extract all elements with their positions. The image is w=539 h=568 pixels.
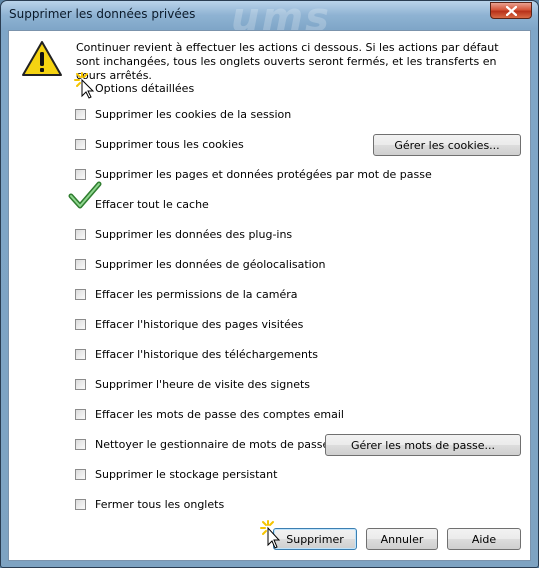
warning-icon (22, 41, 62, 76)
option-label: Supprimer les cookies de la session (95, 108, 292, 121)
option-label: Supprimer le stockage persistant (95, 468, 278, 481)
close-button[interactable] (490, 2, 532, 19)
option-checkbox[interactable] (75, 169, 86, 180)
option-checkbox[interactable] (75, 469, 86, 480)
window-title: Supprimer les données privées (9, 7, 196, 21)
detailed-options-label: Options détaillées (95, 82, 195, 95)
dialog-content: Continuer revient à effectuer les action… (8, 30, 531, 561)
option-label: Effacer les mots de passe des comptes em… (95, 408, 344, 421)
option-checkbox[interactable] (75, 319, 86, 330)
manage-passwords-button[interactable]: Gérer les mots de passe... (325, 434, 521, 456)
close-icon (506, 6, 517, 16)
option-label: Supprimer l'heure de visite des signets (95, 378, 311, 391)
option-label: Effacer les permissions de la caméra (95, 288, 298, 301)
option-label: Effacer tout le cache (95, 198, 209, 211)
option-checkbox[interactable] (75, 409, 86, 420)
option-checkbox[interactable] (75, 439, 86, 450)
title-bar[interactable]: ums Supprimer les données privées (1, 1, 538, 41)
option-checkbox[interactable] (75, 139, 86, 150)
delete-button[interactable]: Supprimer (273, 528, 357, 550)
option-label: Supprimer les données de géolocalisation (95, 258, 326, 271)
option-checkbox[interactable] (75, 109, 86, 120)
option-label: Nettoyer le gestionnaire de mots de pass… (95, 438, 330, 451)
option-checkbox[interactable] (75, 499, 86, 510)
option-checkbox[interactable] (75, 349, 86, 360)
help-button[interactable]: Aide (447, 528, 521, 550)
option-checkbox[interactable] (75, 289, 86, 300)
option-label: Supprimer tous les cookies (95, 138, 244, 151)
option-label: Effacer l'historique des téléchargements (95, 348, 319, 361)
option-label: Fermer tous les onglets (95, 498, 225, 511)
option-checkbox[interactable] (75, 229, 86, 240)
warning-message: Continuer revient à effectuer les action… (76, 41, 499, 82)
option-label: Effacer l'historique des pages visitées (95, 318, 304, 331)
checkmark-icon[interactable] (68, 181, 102, 211)
option-checkbox[interactable] (75, 259, 86, 270)
option-label: Supprimer les données des plug-ins (95, 228, 293, 241)
option-label: Supprimer les pages et données protégées… (95, 168, 432, 181)
option-checkbox[interactable] (75, 379, 86, 390)
dialog-window: ums Supprimer les données privées Contin… (0, 0, 539, 568)
cancel-button[interactable]: Annuler (366, 528, 438, 550)
manage-cookies-button[interactable]: Gérer les cookies... (373, 134, 521, 156)
